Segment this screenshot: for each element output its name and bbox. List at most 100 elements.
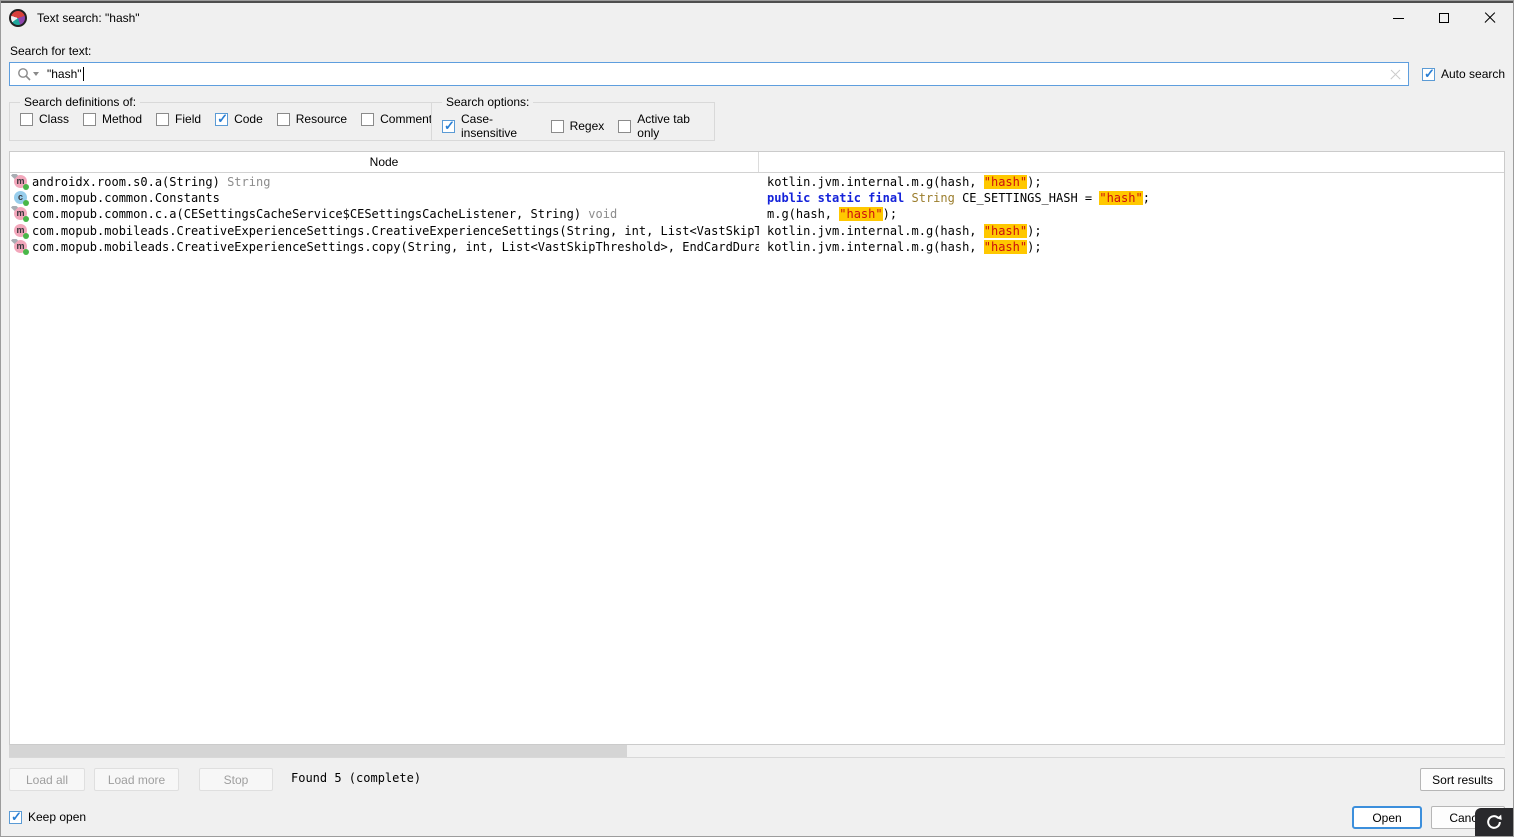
public-visibility-icon [23, 216, 29, 222]
node-cell: m com.mopub.mobileads.CreativeExperienceS… [10, 239, 759, 255]
result-row[interactable]: m androidx.room.s0.a(String) String kotlin… [10, 174, 1504, 190]
window-title: Text search: "hash" [37, 11, 140, 25]
checkbox-box [9, 811, 22, 824]
node-cell: mcom.mopub.mobileads.CreativeExperienceS… [10, 223, 759, 239]
search-definitions-legend: Search definitions of: [20, 95, 140, 109]
node-column-header[interactable]: Node [10, 152, 759, 172]
checkbox-label: Field [175, 112, 201, 126]
checkbox-code[interactable]: Code [215, 112, 263, 126]
method-icon: m [14, 207, 27, 220]
public-visibility-icon [23, 249, 29, 255]
result-row[interactable]: mcom.mopub.mobileads.CreativeExperienceS… [10, 223, 1504, 239]
code-cell: kotlin.jvm.internal.m.g(hash, "hash"); [767, 223, 1504, 239]
method-icon: m [14, 175, 27, 188]
checkbox-box [277, 113, 290, 126]
maximize-button[interactable] [1421, 3, 1467, 33]
clear-search-icon[interactable] [1390, 69, 1401, 80]
keep-open-checkbox[interactable]: Keep open [9, 810, 86, 824]
code-text: kotlin.jvm.internal.m.g(hash, [767, 175, 984, 189]
checkbox-box [361, 113, 374, 126]
code-cell: kotlin.jvm.internal.m.g(hash, "hash"); [767, 174, 1504, 190]
search-options-dropdown[interactable] [17, 67, 39, 81]
checkbox-label: Code [234, 112, 263, 126]
jadx-app-icon [9, 9, 27, 27]
result-row[interactable]: m com.mopub.common.c.a(CESettingsCacheSer… [10, 206, 1504, 222]
checkbox-comments[interactable]: Comments [361, 112, 438, 126]
open-button[interactable]: Open [1352, 806, 1422, 829]
search-input[interactable]: "hash" [9, 62, 1409, 86]
class-icon: c [14, 191, 27, 204]
load-more-button[interactable]: Load more [94, 768, 179, 791]
checkbox-label: Active tab only [637, 112, 704, 140]
code-cell: public static final String CE_SETTINGS_H… [767, 190, 1504, 206]
results-table: Node mandroidx.room.s0.a(String) Stringk… [9, 151, 1505, 745]
scrollbar-thumb[interactable] [9, 745, 627, 757]
checkbox-box [551, 120, 564, 133]
node-type-suffix: String [220, 175, 271, 189]
options-checkbox-row: Case-insensitive Regex Active tab only [442, 112, 704, 140]
found-status: Found 5 (complete) [291, 771, 421, 785]
load-all-button[interactable]: Load all [9, 768, 85, 791]
checkbox-box [1422, 68, 1435, 81]
checkbox-label: Auto search [1441, 67, 1505, 81]
checkbox-label: Regex [570, 119, 605, 133]
checkbox-case-insensitive[interactable]: Case-insensitive [442, 112, 537, 140]
checkbox-class[interactable]: Class [20, 112, 69, 126]
method-icon: m [14, 240, 27, 253]
code-cell: kotlin.jvm.internal.m.g(hash, "hash"); [767, 239, 1504, 255]
public-visibility-icon [23, 233, 29, 239]
node-text: androidx.room.s0.a(String) [32, 175, 220, 189]
checkbox-box [442, 120, 455, 133]
checkbox-box [20, 113, 33, 126]
stop-button[interactable]: Stop [199, 768, 273, 791]
search-definitions-group: Search definitions of: ClassMethodFieldC… [9, 95, 449, 141]
minimize-icon [1393, 18, 1404, 19]
code-text: ); [1027, 240, 1041, 254]
checkbox-label: Resource [296, 112, 347, 126]
search-icon [17, 67, 31, 81]
match-highlight: "hash" [984, 240, 1027, 254]
definitions-checkbox-row: Class Method Field Code Resource Comments [20, 112, 438, 126]
match-highlight: "hash" [984, 224, 1027, 238]
search-query-text: "hash" [47, 67, 82, 81]
code-text: String [912, 191, 963, 205]
checkbox-regex[interactable]: Regex [551, 119, 605, 133]
method-icon: m [14, 224, 27, 237]
close-icon [1484, 12, 1496, 24]
text-search-dialog: Text search: "hash" Search for text: "ha… [0, 0, 1514, 837]
public-visibility-icon [23, 184, 29, 190]
auto-search-checkbox[interactable]: Auto search [1422, 67, 1505, 81]
minimize-button[interactable] [1375, 3, 1421, 33]
close-button[interactable] [1467, 3, 1513, 33]
checkbox-active-tab-only[interactable]: Active tab only [618, 112, 704, 140]
horizontal-scrollbar[interactable] [9, 745, 1505, 758]
screen-share-indicator[interactable] [1475, 808, 1513, 836]
checkbox-box [618, 120, 631, 133]
match-highlight: "hash" [839, 207, 882, 221]
public-visibility-icon [23, 200, 29, 206]
code-text: CE_SETTINGS_HASH = [962, 191, 1099, 205]
code-text: ); [883, 207, 897, 221]
checkbox-resource[interactable]: Resource [277, 112, 347, 126]
sort-results-button[interactable]: Sort results [1420, 768, 1505, 791]
checkbox-label: Method [102, 112, 142, 126]
synthetic-marker-icon [11, 239, 18, 244]
code-text: ; [1143, 191, 1150, 205]
code-cell: m.g(hash, "hash"); [767, 206, 1504, 222]
chevron-down-icon [33, 72, 39, 76]
match-highlight: "hash" [984, 175, 1027, 189]
result-row[interactable]: m com.mopub.mobileads.CreativeExperienceS… [10, 239, 1504, 255]
checkbox-label: Keep open [28, 810, 86, 824]
node-text: com.mopub.mobileads.CreativeExperienceSe… [32, 240, 759, 254]
match-highlight: "hash" [1099, 191, 1142, 205]
result-row[interactable]: ccom.mopub.common.Constantspublic static… [10, 190, 1504, 206]
code-column-header[interactable] [759, 152, 1504, 172]
node-text: com.mopub.common.c.a(CESettingsCacheServ… [32, 207, 581, 221]
text-caret [83, 67, 84, 81]
checkbox-box [83, 113, 96, 126]
synthetic-marker-icon [11, 174, 18, 179]
code-text: m.g(hash, [767, 207, 839, 221]
checkbox-method[interactable]: Method [83, 112, 142, 126]
checkbox-field[interactable]: Field [156, 112, 201, 126]
code-text: kotlin.jvm.internal.m.g(hash, [767, 240, 984, 254]
